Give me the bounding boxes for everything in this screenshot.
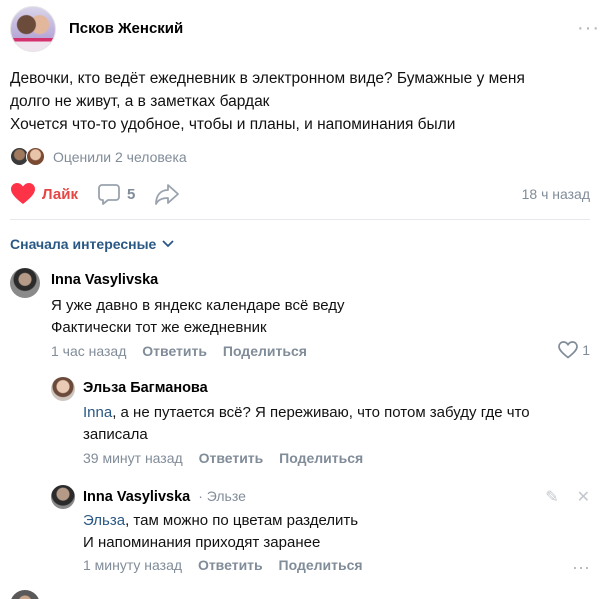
likers-row[interactable]: Оценили 2 человека (10, 147, 310, 167)
chevron-down-icon (162, 240, 174, 248)
comment-reply: Inna Vasylivska · Эльзе ✎ ✕ Эльза, там мо… (51, 485, 590, 577)
comment-tools: ✎ ✕ (527, 487, 590, 507)
close-icon[interactable]: ✕ (577, 487, 590, 507)
comment-text-fragment: , там можно по цветам разделить (125, 512, 359, 529)
avatar[interactable] (10, 268, 40, 298)
comment-text-line: Inna, а не путается всё? Я переживаю, чт… (83, 402, 530, 424)
comment-reply: Эльза Багманова Inna, а не путается всё?… (51, 377, 590, 469)
comment-time[interactable]: 1 час назад (51, 343, 126, 359)
reply-button[interactable]: Ответить (142, 343, 207, 359)
like-label: Лайк (42, 185, 78, 203)
post-text-line: Девочки, кто ведёт ежедневник в электрон… (10, 70, 525, 87)
reply-button[interactable]: Ответить (198, 557, 263, 573)
avatar[interactable] (10, 590, 40, 599)
post-text-line: Хочется что-то удобное, чтобы и планы, и… (10, 116, 456, 133)
comment-author[interactable]: Эльза Багманова (83, 380, 208, 396)
comment-author-line: Inna Vasylivska · Эльзе (83, 488, 246, 505)
comment-text-fragment: , а не путается всё? Я переживаю, что по… (112, 404, 530, 421)
avatar[interactable] (51, 377, 75, 401)
more-dots-icon[interactable]: ··· (577, 18, 600, 38)
share-button[interactable] (154, 182, 180, 211)
share-icon (155, 184, 179, 205)
comment-text: Inna, а не путается всё? Я переживаю, чт… (83, 402, 530, 445)
post-actions: Лайк 5 18 ч назад (10, 180, 590, 208)
comment-meta: 1 час назад Ответить Поделиться (51, 343, 307, 359)
comment-time[interactable]: 39 минут назад (83, 450, 183, 466)
comment-text: Эльза, там можно по цветам разделить И н… (83, 510, 358, 553)
mention-link[interactable]: Эльза (83, 512, 125, 529)
group-avatar[interactable] (10, 6, 56, 52)
comment-meta: 1 минуту назад Ответить Поделиться (83, 557, 363, 573)
comment-like-count: 1 (582, 342, 590, 358)
more-dots-icon[interactable]: ··· (572, 557, 590, 578)
liker-avatar (26, 147, 45, 166)
edit-icon[interactable]: ✎ (545, 487, 558, 507)
comment-text-line: Фактически тот же ежедневник (51, 318, 267, 336)
comments-button[interactable]: 5 (98, 182, 135, 206)
comment-text: Я уже давно в яндекс календаре всё веду … (51, 295, 345, 338)
comment: Inna Vasylivska Я уже давно в яндекс кал… (10, 268, 590, 363)
post-text: Девочки, кто ведёт ежедневник в электрон… (10, 67, 590, 136)
heart-outline-icon (558, 341, 579, 359)
sort-label: Сначала интересные (10, 236, 157, 252)
comment-author[interactable]: Inna Vasylivska (83, 489, 190, 505)
mention-link[interactable]: Inna (83, 404, 112, 421)
comment (10, 590, 590, 599)
share-button[interactable]: Поделиться (279, 450, 363, 466)
post-time[interactable]: 18 ч назад (522, 186, 590, 202)
post-text-line: долго не живут, а в заметках бардак (10, 93, 270, 110)
comment-author[interactable]: Inna Vasylivska (51, 272, 158, 288)
heart-filled-icon (11, 183, 35, 204)
likers-text[interactable]: Оценили 2 человека (53, 149, 187, 165)
comment-meta: 39 минут назад Ответить Поделиться (83, 450, 363, 466)
comment-time[interactable]: 1 минуту назад (83, 557, 182, 573)
avatar[interactable] (51, 485, 75, 509)
reply-button[interactable]: Ответить (199, 450, 264, 466)
reply-to-label[interactable]: · Эльзе (198, 488, 246, 504)
sort-dropdown[interactable]: Сначала интересные (10, 236, 174, 252)
divider (10, 219, 590, 220)
group-name[interactable]: Псков Женский (69, 20, 183, 37)
comments-count: 5 (127, 185, 136, 203)
comment-text-line: И напоминания приходят заранее (83, 533, 321, 551)
comment-icon (98, 184, 120, 205)
comment-text-line: записала (83, 425, 148, 443)
like-button[interactable]: Лайк (10, 180, 78, 208)
comment-more: ··· (554, 557, 590, 578)
share-button[interactable]: Поделиться (223, 343, 307, 359)
comment-like-button[interactable]: 1 (558, 341, 590, 359)
comment-text-line: Я уже давно в яндекс календаре всё веду (51, 297, 345, 314)
comment-text-line: Эльза, там можно по цветам разделить (83, 510, 358, 532)
post-header: Псков Женский ··· (10, 6, 600, 54)
share-button[interactable]: Поделиться (279, 557, 363, 573)
